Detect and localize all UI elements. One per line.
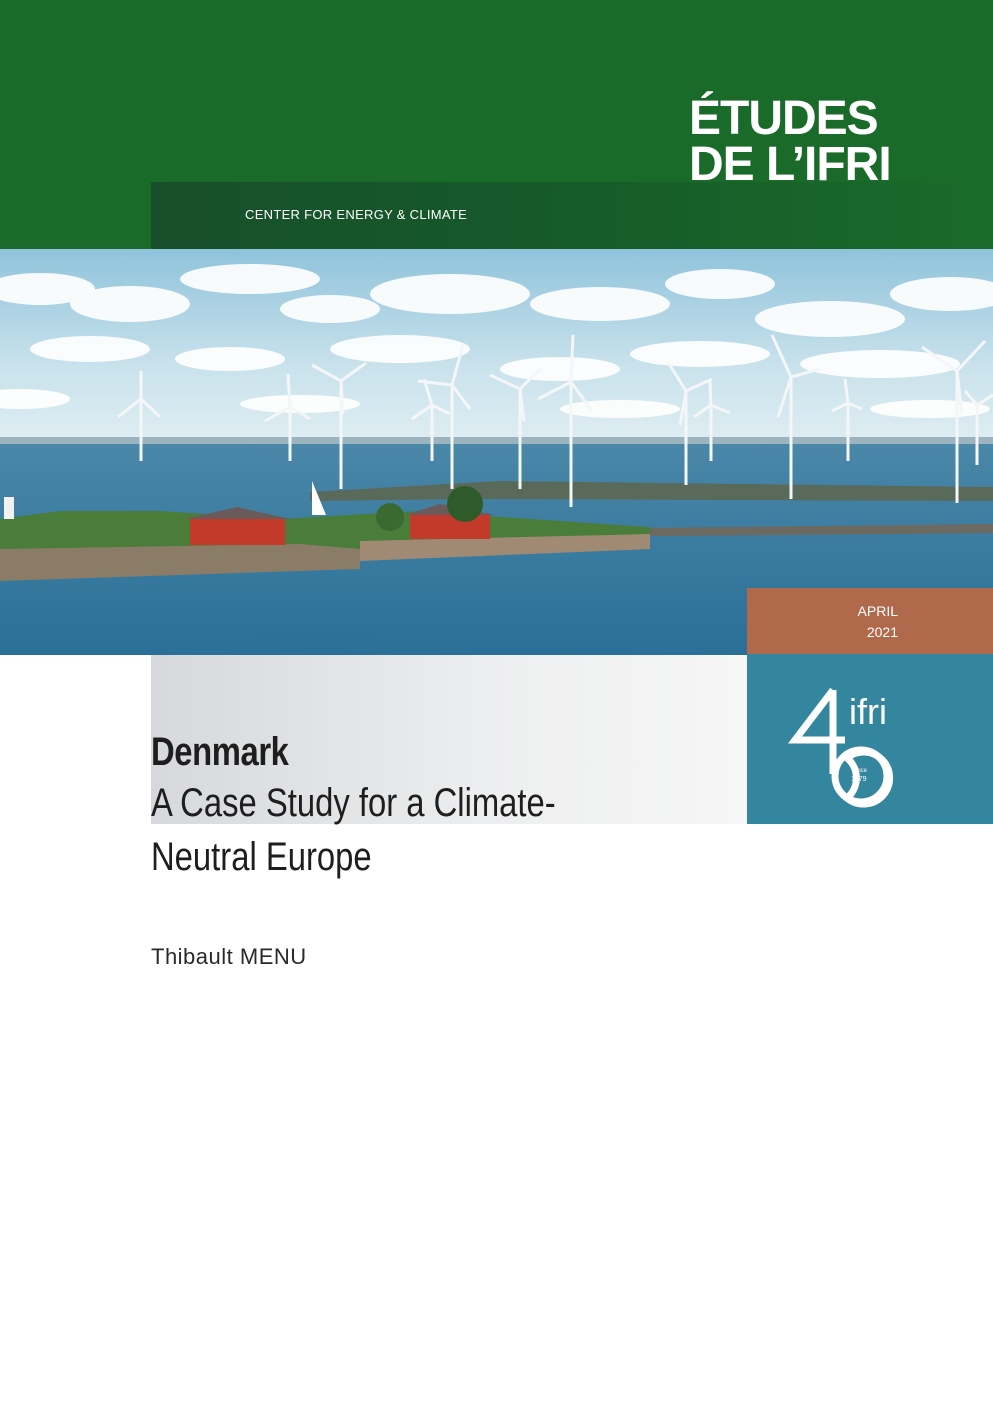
author: Thibault MENU	[151, 944, 307, 969]
red-building	[190, 519, 285, 545]
distant-shore	[0, 437, 993, 445]
date-box: APRIL 2021	[747, 588, 993, 654]
ifri-40-logo: ifri since 1979	[787, 687, 894, 808]
tree	[447, 486, 483, 522]
ifri-logo-box: ifri since 1979	[747, 654, 993, 824]
document-subtitle: A Case Study for a Climate- Neutral Euro…	[151, 781, 556, 879]
red-building-2	[410, 515, 490, 539]
logo-founded: 1979	[851, 776, 867, 783]
numeral-four-stroke	[787, 687, 845, 744]
document-title: Denmark	[151, 730, 289, 774]
date-month: APRIL	[857, 603, 898, 619]
center-label: CENTER FOR ENERGY & CLIMATE	[245, 207, 468, 222]
ifri-wordmark: ifri	[849, 691, 887, 732]
document-title-block: Denmark A Case Study for a Climate- Neut…	[151, 728, 751, 884]
date-year: 2021	[866, 624, 898, 640]
logo-since: since	[853, 768, 868, 774]
series-title: ÉTUDES DE L’IFRI	[689, 92, 892, 191]
lighthouse	[4, 497, 14, 519]
